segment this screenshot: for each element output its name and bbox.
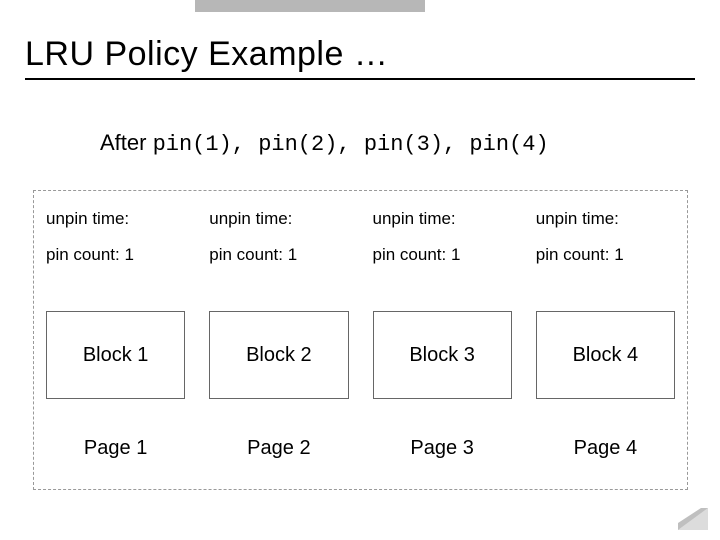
- pin-count-value: 1: [288, 245, 297, 264]
- buffer-column: unpin time: pin count: 1 Block 2 Page 2: [197, 191, 360, 489]
- pin-count-label: pin count: 1: [46, 245, 185, 265]
- buffer-column: unpin time: pin count: 1 Block 4 Page 4: [524, 191, 687, 489]
- pin-count-prefix: pin count:: [46, 245, 124, 264]
- unpin-time-label: unpin time:: [373, 209, 512, 229]
- subtitle-code: pin(1), pin(2), pin(3), pin(4): [153, 132, 549, 157]
- unpin-time-label: unpin time:: [209, 209, 348, 229]
- pin-count-label: pin count: 1: [373, 245, 512, 265]
- page-curl-icon: [678, 508, 708, 530]
- slide-subtitle: After pin(1), pin(2), pin(3), pin(4): [100, 130, 549, 157]
- block-box: Block 1: [46, 311, 185, 399]
- page-label: Page 2: [197, 437, 360, 460]
- subtitle-prefix: After: [100, 130, 153, 155]
- unpin-time-label: unpin time:: [536, 209, 675, 229]
- block-box: Block 4: [536, 311, 675, 399]
- slide-title: LRU Policy Example …: [25, 35, 695, 80]
- pin-count-label: pin count: 1: [209, 245, 348, 265]
- buffer-column: unpin time: pin count: 1 Block 3 Page 3: [361, 191, 524, 489]
- pin-count-label: pin count: 1: [536, 245, 675, 265]
- buffer-pool-frame: unpin time: pin count: 1 Block 1 Page 1 …: [33, 190, 688, 490]
- decorative-top-bar: [195, 0, 425, 12]
- pin-count-value: 1: [614, 245, 623, 264]
- block-box: Block 2: [209, 311, 348, 399]
- pin-count-prefix: pin count:: [373, 245, 451, 264]
- page-label: Page 1: [34, 437, 197, 460]
- unpin-time-label: unpin time:: [46, 209, 185, 229]
- block-box: Block 3: [373, 311, 512, 399]
- pin-count-prefix: pin count:: [209, 245, 287, 264]
- buffer-column: unpin time: pin count: 1 Block 1 Page 1: [34, 191, 197, 489]
- buffer-columns: unpin time: pin count: 1 Block 1 Page 1 …: [34, 191, 687, 489]
- pin-count-value: 1: [451, 245, 460, 264]
- page-label: Page 4: [524, 437, 687, 460]
- pin-count-value: 1: [124, 245, 133, 264]
- pin-count-prefix: pin count:: [536, 245, 614, 264]
- page-label: Page 3: [361, 437, 524, 460]
